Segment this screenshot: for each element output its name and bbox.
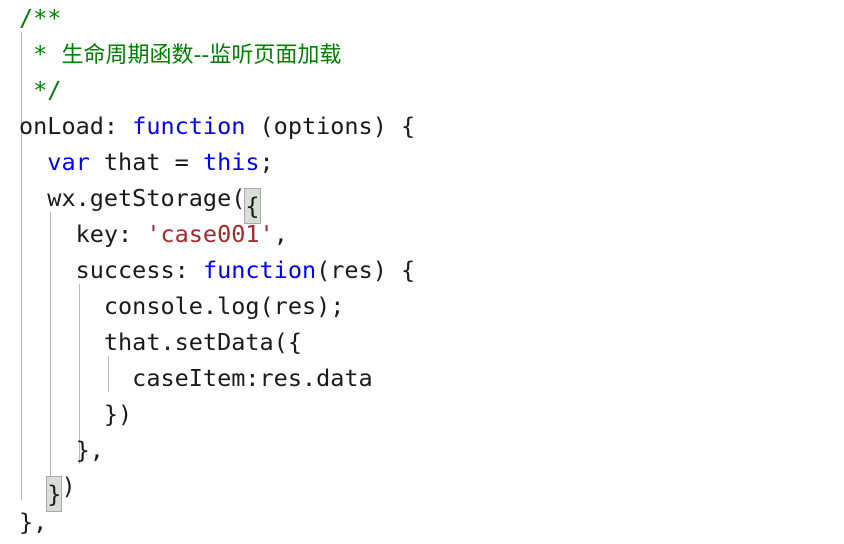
code-token-plain: }, [19,508,48,536]
code-token-plain: caseItem:res.data [19,364,373,392]
code-token-plain: ) [61,472,76,500]
code-line[interactable]: onLoad: function (options) { [0,108,844,144]
code-line[interactable]: }, [0,504,844,540]
code-token-plain: }, [19,436,104,464]
code-token-comment: /** [19,4,62,32]
code-token-plain: wx.getStorage( [19,184,246,212]
code-token-keyword: function [132,112,246,140]
code-line[interactable]: }, [0,432,844,468]
code-token-keyword: var [47,148,90,176]
code-line[interactable]: caseItem:res.data [0,360,844,396]
code-editor[interactable]: /** * 生命周期函数--监听页面加载 */ onLoad: function … [0,0,844,544]
code-token-keyword: this [202,148,260,176]
code-token-plain: that = [89,148,203,176]
code-token-plain: console.log(res); [19,292,345,320]
code-token-plain: , [273,220,288,248]
code-token-comment: * [19,40,62,68]
code-token-plain: ; [259,148,274,176]
code-token-plain: onLoad: [19,112,133,140]
code-line[interactable]: */ [0,72,844,108]
code-line[interactable]: console.log(res); [0,288,844,324]
code-surface[interactable]: /** * 生命周期函数--监听页面加载 */ onLoad: function … [0,0,844,544]
code-line[interactable]: * 生命周期函数--监听页面加载 [0,36,844,72]
code-token-plain: success: [19,256,203,284]
code-line[interactable]: wx.getStorage({ [0,180,844,224]
code-token-plain: that.setData({ [19,328,302,356]
code-token-string: 'case001' [146,220,274,248]
code-line[interactable]: that.setData({ [0,324,844,360]
code-token-comment-cjk: 生命周期函数--监听页面加载 [61,43,342,68]
code-line[interactable]: }) [0,396,844,432]
code-line[interactable]: success: function(res) { [0,252,844,288]
code-token-plain: (options) { [245,112,416,140]
code-line[interactable]: var that = this; [0,144,844,180]
code-token-comment: */ [19,76,62,104]
code-token-keyword: function [202,256,317,284]
code-line[interactable]: key: 'case001', [0,216,844,252]
code-token-plain: key: [19,220,147,248]
code-token-plain: }) [19,400,133,428]
code-token-plain: (res) { [316,256,416,284]
code-line[interactable]: }) [0,468,844,512]
code-line[interactable]: /** [0,0,844,36]
